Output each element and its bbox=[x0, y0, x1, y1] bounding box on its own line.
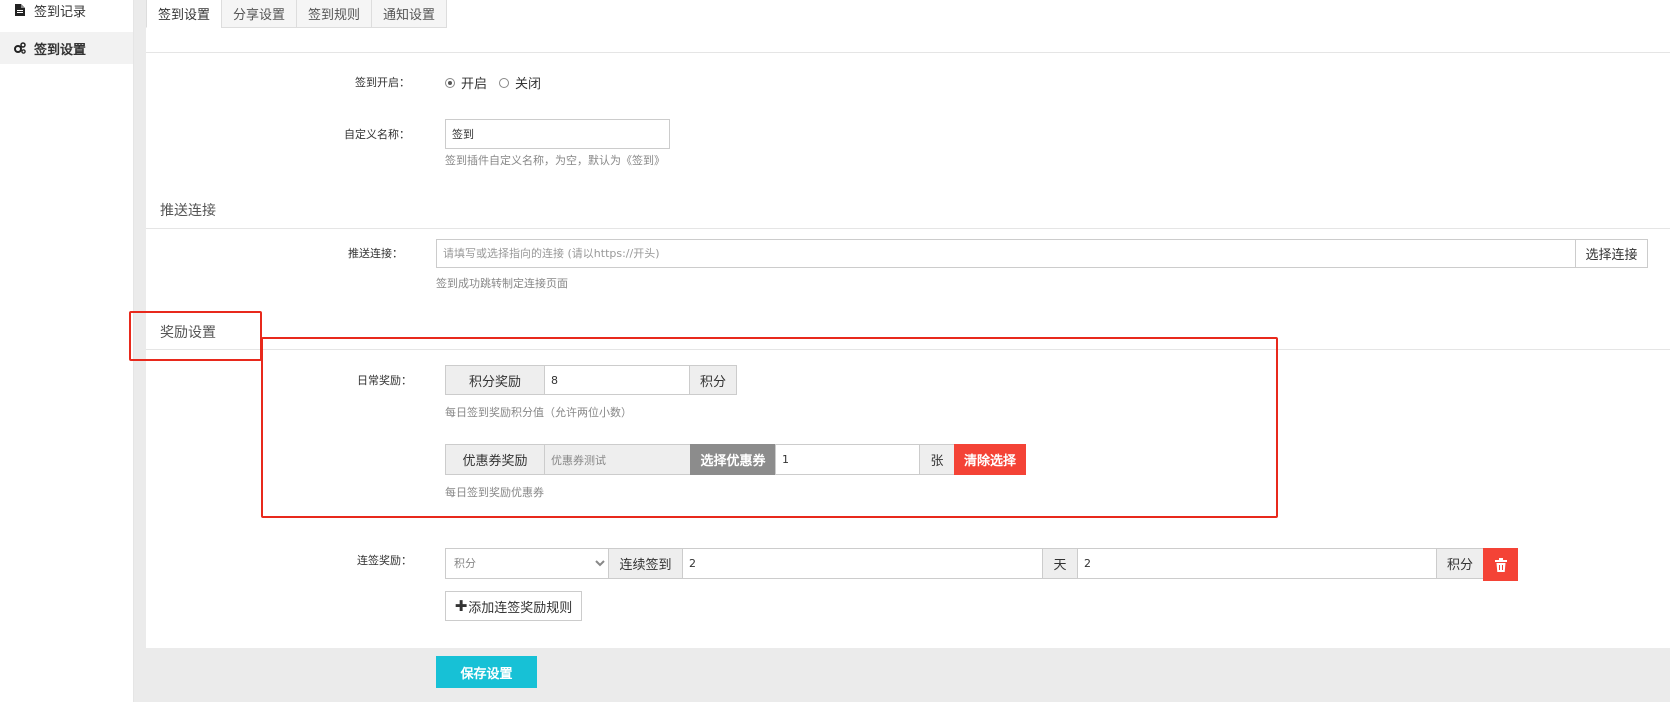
streak-days-input[interactable] bbox=[682, 548, 1043, 579]
days-unit-addon: 天 bbox=[1042, 548, 1078, 579]
gears-icon bbox=[14, 42, 26, 54]
custom-name-help: 签到插件自定义名称，为空，默认为《签到》 bbox=[445, 154, 665, 167]
radio-disable-label: 关闭 bbox=[515, 77, 542, 92]
document-icon bbox=[14, 4, 26, 16]
trash-icon bbox=[1494, 557, 1507, 572]
divider bbox=[146, 228, 1670, 229]
tab-share-settings[interactable]: 分享设置 bbox=[221, 0, 298, 28]
streak-reward-label: 连签奖励： bbox=[357, 554, 412, 567]
sidebar-item-label: 签到记录 bbox=[34, 4, 87, 20]
push-section-title: 推送连接 bbox=[160, 203, 216, 219]
settings-tabs: 签到设置 分享设置 签到规则 通知设置 bbox=[146, 0, 448, 28]
sidebar: 签到记录 签到设置 bbox=[0, 0, 134, 702]
sign-enable-label: 签到开启： bbox=[355, 76, 410, 89]
add-streak-rule-label: 添加连签奖励规则 bbox=[468, 600, 573, 616]
push-link-input[interactable] bbox=[436, 239, 1576, 268]
sidebar-item-sign-settings[interactable]: 签到设置 bbox=[0, 32, 133, 64]
highlight-box-section bbox=[129, 311, 262, 361]
tab-notify-settings[interactable]: 通知设置 bbox=[371, 0, 448, 28]
divider bbox=[146, 52, 1670, 53]
plus-icon: ✚ bbox=[454, 597, 468, 615]
radio-enable[interactable] bbox=[445, 77, 455, 88]
push-link-label: 推送连接： bbox=[348, 247, 403, 260]
choose-link-button[interactable]: 选择连接 bbox=[1575, 239, 1648, 268]
save-settings-button[interactable]: 保存设置 bbox=[436, 656, 537, 688]
sign-enable-radio-group: 开启 关闭 bbox=[445, 73, 541, 92]
radio-enable-label: 开启 bbox=[461, 77, 488, 92]
sidebar-item-label: 签到设置 bbox=[34, 42, 87, 58]
delete-rule-button[interactable] bbox=[1483, 548, 1518, 581]
streak-reward-type-select[interactable]: 积分 bbox=[445, 548, 609, 579]
tab-sign-settings[interactable]: 签到设置 bbox=[146, 0, 223, 28]
custom-name-input[interactable] bbox=[445, 119, 670, 149]
add-streak-rule-button[interactable]: ✚ 添加连签奖励规则 bbox=[445, 591, 582, 621]
custom-name-label: 自定义名称： bbox=[344, 128, 410, 141]
tab-sign-rules[interactable]: 签到规则 bbox=[296, 0, 373, 28]
sidebar-item-sign-records[interactable]: 签到记录 bbox=[0, 0, 133, 26]
highlight-box-daily-reward bbox=[261, 337, 1278, 518]
streak-points-unit-addon: 积分 bbox=[1436, 548, 1484, 579]
streak-addon: 连续签到 bbox=[608, 548, 683, 579]
radio-disable[interactable] bbox=[499, 77, 510, 88]
streak-points-input[interactable] bbox=[1077, 548, 1437, 579]
push-link-help: 签到成功跳转制定连接页面 bbox=[436, 277, 568, 290]
